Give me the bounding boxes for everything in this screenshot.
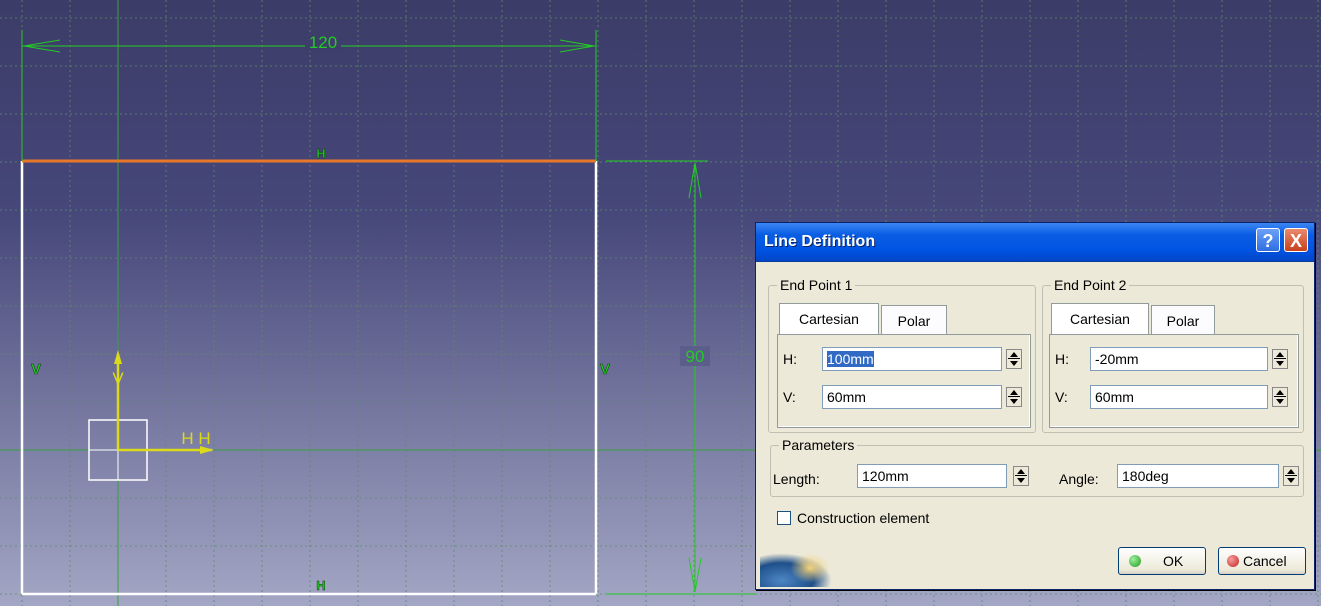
dialog-title: Line Definition	[764, 233, 876, 250]
angle-spinner[interactable]	[1283, 466, 1299, 486]
ep1-h-label: H:	[783, 351, 797, 367]
tab-ep1-cartesian[interactable]: Cartesian	[779, 303, 879, 335]
end-point-1-group: End Point 1 Cartesian Polar H: 100mm V: …	[768, 277, 1036, 433]
angle-label: Angle:	[1059, 471, 1099, 487]
ok-icon	[1129, 555, 1141, 567]
ep1-h-spinner[interactable]	[1006, 349, 1022, 369]
tab-ep2-polar[interactable]: Polar	[1151, 305, 1215, 335]
construction-element-checkbox[interactable]	[777, 511, 791, 525]
construction-element-label[interactable]: Construction element	[797, 510, 929, 526]
close-icon[interactable]: X	[1284, 228, 1308, 252]
ok-button[interactable]: OK	[1118, 547, 1206, 575]
ep2-cartesian-panel: H: -20mm V: 60mm	[1049, 334, 1299, 428]
horizontal-constraint-bottom[interactable]: H	[316, 578, 326, 594]
ep2-h-input[interactable]: -20mm	[1090, 347, 1268, 371]
end-point-1-label: End Point 1	[777, 277, 856, 293]
ep1-h-input[interactable]: 100mm	[822, 347, 1002, 371]
end-point-2-group: End Point 2 Cartesian Polar H: -20mm V: …	[1042, 277, 1304, 433]
h-axis-label: H H	[181, 429, 210, 448]
ep1-v-spinner[interactable]	[1006, 387, 1022, 407]
height-dimension[interactable]: 90	[686, 347, 705, 366]
catia-globe-logo	[760, 553, 832, 587]
ep2-v-input[interactable]: 60mm	[1090, 385, 1268, 409]
tab-ep1-polar[interactable]: Polar	[881, 305, 947, 335]
angle-input[interactable]: 180deg	[1117, 464, 1279, 488]
horizontal-constraint-top[interactable]: H	[316, 146, 326, 162]
parameters-group: Parameters Length: 120mm Angle: 180deg	[770, 437, 1304, 497]
ep1-v-label: V:	[783, 389, 796, 405]
ep1-v-input[interactable]: 60mm	[822, 385, 1002, 409]
cancel-button[interactable]: Cancel	[1218, 547, 1306, 575]
line-definition-dialog: Line Definition ? X End Point 1 Cartesia…	[755, 222, 1315, 590]
vertical-constraint-right[interactable]: V	[600, 361, 611, 379]
length-spinner[interactable]	[1013, 466, 1029, 486]
vertical-constraint-left[interactable]: V	[31, 361, 42, 379]
dialog-titlebar[interactable]: Line Definition ? X	[756, 223, 1314, 262]
ep2-v-spinner[interactable]	[1272, 387, 1288, 407]
ep1-cartesian-panel: H: 100mm V: 60mm	[777, 334, 1031, 428]
ep2-h-label: H:	[1055, 351, 1069, 367]
ep2-h-spinner[interactable]	[1272, 349, 1288, 369]
width-dimension[interactable]: 120	[309, 33, 337, 52]
length-label: Length:	[773, 471, 820, 487]
parameters-label: Parameters	[779, 437, 858, 453]
help-icon[interactable]: ?	[1256, 228, 1280, 252]
cancel-icon	[1227, 555, 1239, 567]
v-axis-label: V	[112, 369, 124, 388]
tab-ep2-cartesian[interactable]: Cartesian	[1051, 303, 1149, 335]
end-point-2-label: End Point 2	[1051, 277, 1130, 293]
ep2-v-label: V:	[1055, 389, 1068, 405]
length-input[interactable]: 120mm	[857, 464, 1007, 488]
